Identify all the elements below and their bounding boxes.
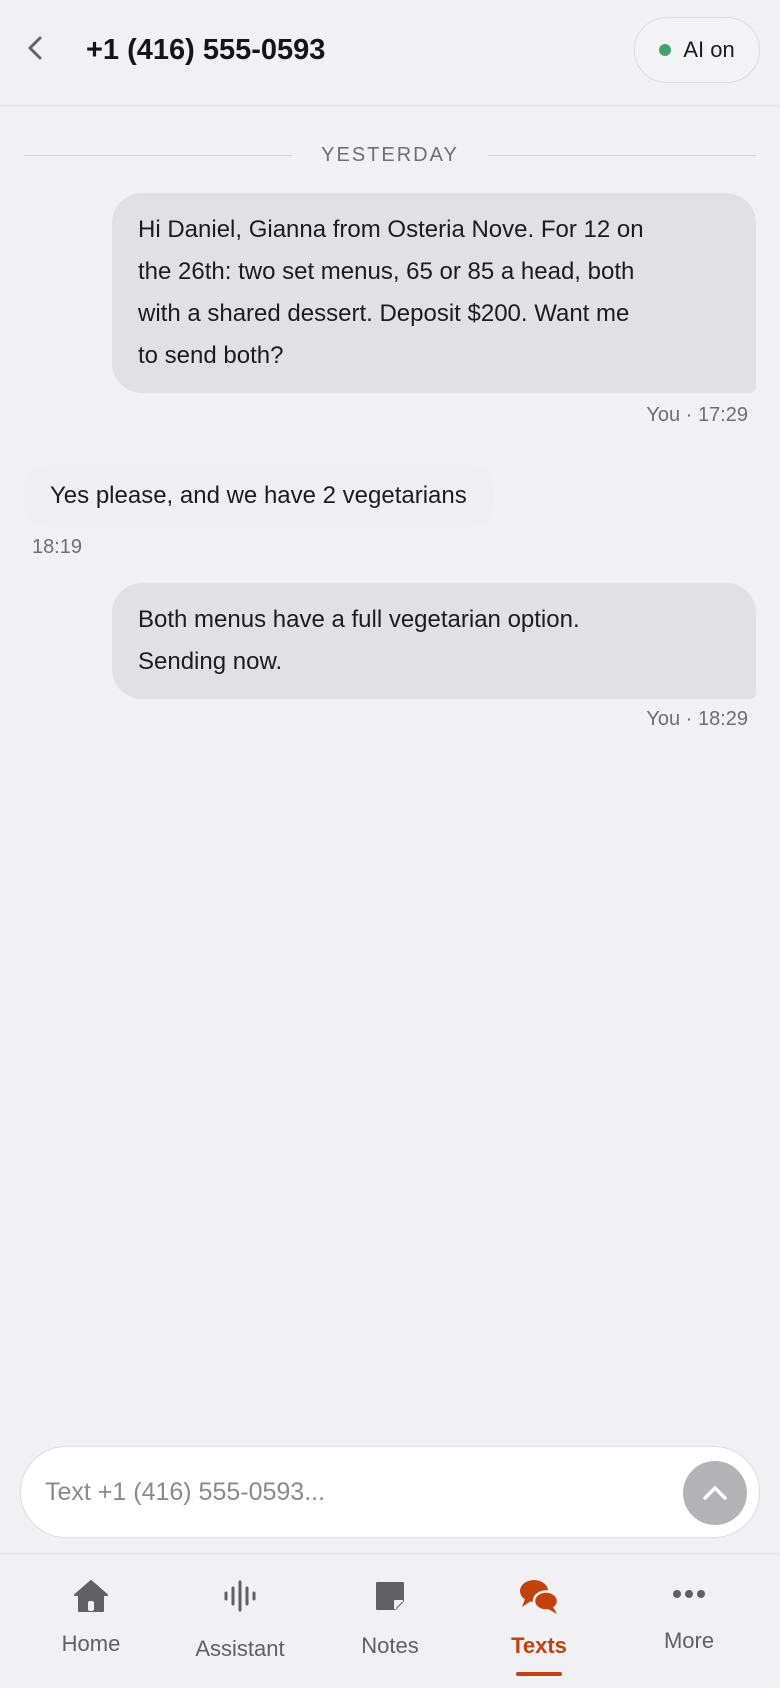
chevron-left-icon: [28, 36, 42, 60]
message-line: Both menus have a full vegetarian option…: [138, 606, 580, 633]
message-composer: [20, 1446, 760, 1538]
tab-label: Notes: [361, 1633, 419, 1658]
status-dot-icon: [659, 44, 672, 56]
message-line: Hi Daniel, Gianna from Osteria Nove. For…: [138, 216, 644, 243]
message-meta: You · 18:29: [646, 708, 748, 730]
send-button[interactable]: [683, 1461, 747, 1525]
waveform-icon: [224, 1580, 256, 1612]
chevron-up-icon: [703, 1486, 727, 1500]
ai-status-label: AI on: [683, 37, 735, 62]
active-tab-indicator: [516, 1672, 562, 1676]
home-icon: [74, 1580, 108, 1612]
tab-notes[interactable]: Notes: [315, 1554, 465, 1688]
outgoing-message-bubble[interactable]: Hi Daniel, Gianna from Osteria Nove. For…: [112, 193, 756, 393]
message-input[interactable]: [45, 1467, 645, 1517]
message-meta: 18:19: [32, 536, 83, 558]
message-line: the 26th: two set menus, 65 or 85 a head…: [138, 258, 635, 285]
more-dots-icon: [673, 1590, 705, 1598]
tab-more[interactable]: More: [614, 1554, 764, 1688]
message-meta: You · 17:29: [646, 404, 748, 426]
divider-line: [488, 155, 756, 156]
tab-label: Home: [61, 1631, 121, 1656]
conversation-screen: +1 (416) 555-0593 AI on YESTERDAY Hi Dan…: [0, 0, 780, 1688]
day-divider: YESTERDAY: [24, 142, 756, 168]
tab-assistant[interactable]: Assistant: [165, 1554, 315, 1688]
outgoing-message-bubble[interactable]: Both menus have a full vegetarian option…: [112, 583, 756, 699]
note-icon: [376, 1582, 404, 1610]
tab-label: Texts: [511, 1633, 567, 1658]
tab-texts[interactable]: Texts: [464, 1554, 614, 1688]
contact-title: +1 (416) 555-0593: [86, 34, 326, 66]
tab-label: More: [663, 1628, 715, 1653]
message-line: with a shared dessert. Deposit $200. Wan…: [138, 300, 630, 327]
tab-label: Assistant: [195, 1636, 285, 1661]
back-button[interactable]: [20, 30, 50, 66]
header: +1 (416) 555-0593 AI on: [0, 0, 780, 106]
message-line: Yes please, and we have 2 vegetarians: [50, 482, 467, 509]
ai-status-toggle[interactable]: AI on: [634, 17, 760, 83]
message-line: to send both?: [138, 342, 284, 369]
message-line: Sending now.: [138, 648, 283, 675]
chat-bubbles-icon: [520, 1580, 560, 1614]
incoming-message-bubble[interactable]: Yes please, and we have 2 vegetarians: [24, 465, 493, 527]
bottom-tab-bar: Home Assistant Notes Texts More: [0, 1553, 780, 1688]
tab-home[interactable]: Home: [16, 1554, 166, 1688]
